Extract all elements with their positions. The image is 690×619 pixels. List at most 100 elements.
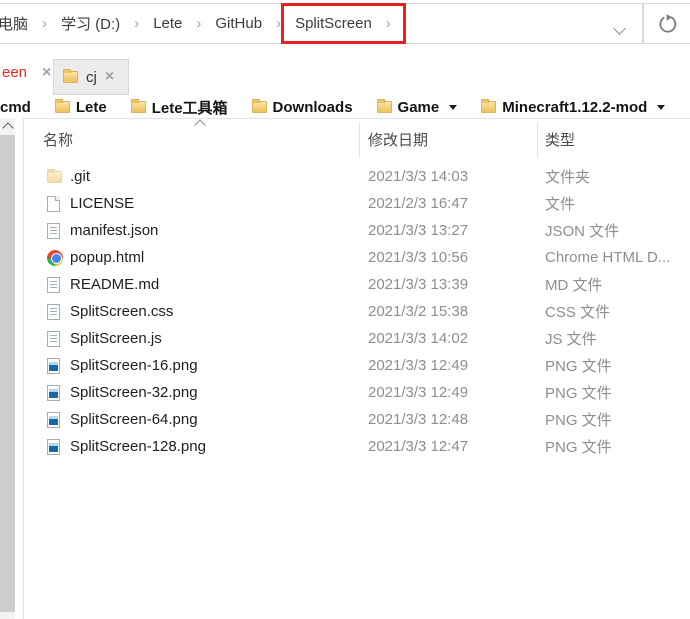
file-name: .git: [70, 168, 90, 185]
bookmark-item[interactable]: Lete工具箱: [131, 97, 228, 118]
bookmarks-bar: cmd Lete Lete工具箱 Downloads Game Minecraf…: [0, 95, 690, 119]
table-row[interactable]: SplitScreen.js 2021/3/3 14:02 JS 文件: [24, 325, 690, 352]
table-row[interactable]: SplitScreen.css 2021/3/2 15:38 CSS 文件: [24, 298, 690, 325]
table-row[interactable]: SplitScreen-128.png 2021/3/3 12:47 PNG 文…: [24, 433, 690, 460]
bookmark-item[interactable]: cmd: [0, 99, 31, 116]
file-icon: [47, 277, 60, 293]
table-row[interactable]: .git 2021/3/3 14:03 文件夹: [24, 163, 690, 190]
bookmark-item[interactable]: Minecraft1.12.2-mod: [481, 99, 665, 116]
tab-close-icon[interactable]: ×: [105, 69, 114, 85]
file-name: popup.html: [70, 249, 144, 266]
file-icon: [47, 223, 60, 239]
file-type: JS 文件: [538, 328, 690, 349]
tab-label: een: [2, 64, 27, 81]
file-type: PNG 文件: [538, 436, 690, 457]
breadcrumb: 电脑 › 学习 (D:) › Lete › GitHub › SplitScre…: [0, 13, 400, 34]
file-name: manifest.json: [70, 222, 158, 239]
column-headers: 名称 修改日期 类型: [24, 119, 690, 160]
table-row[interactable]: manifest.json 2021/3/3 13:27 JSON 文件: [24, 217, 690, 244]
dropdown-caret-icon[interactable]: [449, 105, 457, 110]
column-header-name[interactable]: 名称: [24, 122, 360, 158]
nav-pane-scrollbar[interactable]: [0, 118, 15, 619]
file-name: SplitScreen-32.png: [70, 384, 198, 401]
file-rows: .git 2021/3/3 14:03 文件夹 LICENSE 2021/2/3…: [24, 163, 690, 460]
file-date: 2021/3/3 14:03: [360, 168, 538, 185]
dropdown-caret-icon[interactable]: [657, 105, 665, 110]
file-icon: [47, 171, 62, 183]
file-type: PNG 文件: [538, 409, 690, 430]
address-bar[interactable]: 电脑 › 学习 (D:) › Lete › GitHub › SplitScre…: [0, 3, 643, 44]
folder-icon: [252, 101, 267, 113]
folder-icon: [63, 71, 78, 83]
file-date: 2021/3/3 12:48: [360, 411, 538, 428]
file-icon: [47, 439, 60, 455]
breadcrumb-item[interactable]: Lete: [148, 15, 187, 32]
refresh-icon: [657, 13, 679, 35]
file-name: SplitScreen-128.png: [70, 438, 206, 455]
file-name: SplitScreen.js: [70, 330, 162, 347]
file-icon: [47, 331, 60, 347]
file-name: README.md: [70, 276, 159, 293]
breadcrumb-separator-icon[interactable]: ›: [377, 15, 400, 32]
file-type: PNG 文件: [538, 355, 690, 376]
breadcrumb-item[interactable]: GitHub: [210, 15, 267, 32]
file-icon: [47, 304, 60, 320]
bookmark-label: Lete工具箱: [152, 97, 228, 118]
file-type: Chrome HTML D...: [538, 249, 690, 266]
refresh-button[interactable]: [643, 3, 690, 44]
table-row[interactable]: LICENSE 2021/2/3 16:47 文件: [24, 190, 690, 217]
file-date: 2021/3/3 14:02: [360, 330, 538, 347]
file-name: SplitScreen-16.png: [70, 357, 198, 374]
scrollbar-thumb[interactable]: [0, 135, 15, 612]
file-icon: [47, 196, 60, 212]
tab-active[interactable]: een ×: [2, 64, 51, 81]
bookmark-item[interactable]: Downloads: [252, 99, 353, 116]
chevron-down-icon: [613, 22, 626, 35]
file-icon: [47, 412, 60, 428]
file-date: 2021/2/3 16:47: [360, 195, 538, 212]
file-name: LICENSE: [70, 195, 134, 212]
bookmark-label: Game: [398, 99, 440, 116]
table-row[interactable]: README.md 2021/3/3 13:39 MD 文件: [24, 271, 690, 298]
bookmark-label: Lete: [76, 99, 107, 116]
table-row[interactable]: SplitScreen-64.png 2021/3/3 12:48 PNG 文件: [24, 406, 690, 433]
folder-icon: [131, 101, 146, 113]
table-row[interactable]: popup.html 2021/3/3 10:56 Chrome HTML D.…: [24, 244, 690, 271]
file-icon: [47, 358, 60, 374]
file-date: 2021/3/3 10:56: [360, 249, 538, 266]
file-list-pane: 名称 修改日期 类型 .git 2021/3/3 14:03 文件夹 LICEN…: [24, 119, 690, 619]
bookmark-label: cmd: [0, 99, 31, 116]
file-date: 2021/3/3 12:47: [360, 438, 538, 455]
bookmark-item[interactable]: Lete: [55, 99, 107, 116]
breadcrumb-item[interactable]: 电脑: [0, 13, 33, 34]
breadcrumb-separator-icon[interactable]: ›: [187, 15, 210, 32]
scroll-up-icon[interactable]: [2, 122, 13, 133]
bookmark-item[interactable]: Game: [377, 99, 458, 116]
folder-icon: [377, 101, 392, 113]
folder-icon: [55, 101, 70, 113]
file-name: SplitScreen-64.png: [70, 411, 198, 428]
file-type: 文件: [538, 193, 690, 214]
column-header-date[interactable]: 修改日期: [360, 122, 538, 158]
breadcrumb-separator-icon[interactable]: ›: [33, 15, 56, 32]
address-dropdown-button[interactable]: [615, 20, 624, 38]
file-type: JSON 文件: [538, 220, 690, 241]
tab-cj[interactable]: cj ×: [53, 59, 129, 95]
tab-close-icon[interactable]: ×: [42, 65, 51, 81]
table-row[interactable]: SplitScreen-16.png 2021/3/3 12:49 PNG 文件: [24, 352, 690, 379]
column-header-type[interactable]: 类型: [538, 122, 690, 158]
file-date: 2021/3/2 15:38: [360, 303, 538, 320]
folder-icon: [481, 101, 496, 113]
tab-label: cj: [86, 69, 97, 86]
bookmark-label: Minecraft1.12.2-mod: [502, 99, 647, 116]
file-type: CSS 文件: [538, 301, 690, 322]
file-icon: [47, 250, 63, 266]
breadcrumb-separator-icon[interactable]: ›: [125, 15, 148, 32]
file-type: PNG 文件: [538, 382, 690, 403]
breadcrumb-item[interactable]: SplitScreen: [290, 15, 377, 32]
breadcrumb-item[interactable]: 学习 (D:): [56, 13, 125, 34]
file-type: 文件夹: [538, 166, 690, 187]
breadcrumb-separator-icon[interactable]: ›: [267, 15, 290, 32]
file-type: MD 文件: [538, 274, 690, 295]
table-row[interactable]: SplitScreen-32.png 2021/3/3 12:49 PNG 文件: [24, 379, 690, 406]
